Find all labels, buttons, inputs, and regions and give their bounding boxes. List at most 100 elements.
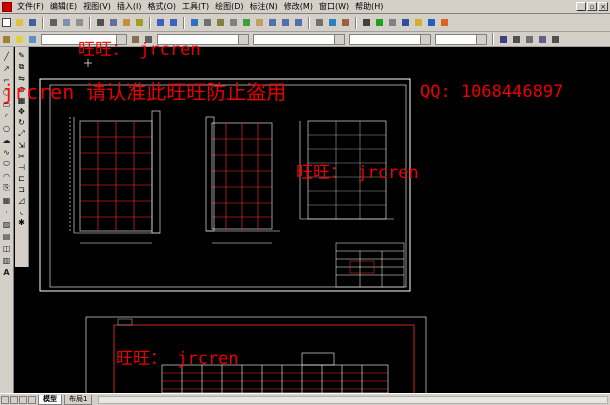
menu-insert[interactable]: 插入(I): [114, 1, 145, 12]
restore-icon[interactable]: ▫: [587, 2, 597, 11]
menu-modify[interactable]: 修改(M): [281, 1, 316, 12]
copy-object-icon[interactable]: ⧉: [19, 62, 25, 72]
erase-icon[interactable]: ✎: [18, 51, 25, 60]
menu-window[interactable]: 窗口(W): [316, 1, 352, 12]
pan-icon[interactable]: [254, 17, 265, 28]
layer-state-icon[interactable]: [374, 17, 385, 28]
table-style-icon[interactable]: [524, 34, 535, 45]
menu-format[interactable]: 格式(O): [144, 1, 179, 12]
dim-style-icon[interactable]: [498, 34, 509, 45]
app-system-icon[interactable]: [2, 1, 12, 12]
redo-icon[interactable]: [168, 17, 179, 28]
3d-orbit-icon[interactable]: [241, 17, 252, 28]
make-block-icon[interactable]: ▦: [2, 195, 12, 205]
ellipse-icon[interactable]: ⬭: [2, 159, 12, 169]
hatch-icon[interactable]: ▨: [2, 219, 12, 229]
open-folder-icon[interactable]: [14, 17, 25, 28]
rotate-icon[interactable]: ↻: [18, 118, 25, 127]
minimize-icon[interactable]: _: [576, 2, 586, 11]
stretch-icon[interactable]: ⇲: [18, 141, 25, 150]
extend-icon[interactable]: ⊣: [18, 163, 25, 172]
layer-manager-icon[interactable]: [1, 34, 12, 45]
horizontal-scrollbar[interactable]: [98, 395, 608, 404]
gradient-icon[interactable]: ▤: [2, 231, 12, 241]
layout-tab-bar: 模型 布局1: [0, 393, 610, 405]
zoom-realtime-icon[interactable]: [267, 17, 278, 28]
last-tab-icon[interactable]: [28, 395, 36, 404]
plotstyle-dropdown[interactable]: [435, 33, 487, 45]
insert-block-icon[interactable]: ⎘: [2, 183, 12, 193]
next-tab-icon[interactable]: [19, 395, 27, 404]
tab-model[interactable]: 模型: [38, 394, 62, 405]
menu-help[interactable]: 帮助(H): [352, 1, 386, 12]
menu-bar: 文件(F) 编辑(E) 视图(V) 插入(I) 格式(O) 工具(T) 绘图(D…: [0, 0, 610, 14]
menu-tools[interactable]: 工具(T): [179, 1, 212, 12]
chamfer-icon[interactable]: ◿: [18, 196, 24, 205]
hyperlink-icon[interactable]: [189, 17, 200, 28]
ellipse-arc-icon[interactable]: ◠: [2, 171, 12, 181]
new-file-icon[interactable]: [1, 17, 12, 28]
named-views-icon[interactable]: [228, 17, 239, 28]
print-preview-icon[interactable]: [61, 17, 72, 28]
menu-dimension[interactable]: 标注(N): [247, 1, 281, 12]
revcloud-icon[interactable]: ☁: [2, 135, 12, 145]
redraw-icon[interactable]: [361, 17, 372, 28]
line-icon[interactable]: ╱: [2, 51, 12, 61]
close-icon[interactable]: ×: [598, 2, 608, 11]
help-icon[interactable]: [426, 17, 437, 28]
tool-palettes-icon[interactable]: [340, 17, 351, 28]
undo-icon[interactable]: [155, 17, 166, 28]
cut-icon[interactable]: [95, 17, 106, 28]
paste-icon[interactable]: [121, 17, 132, 28]
explode-icon[interactable]: ✱: [18, 218, 25, 227]
lineweight-dropdown[interactable]: [349, 33, 431, 45]
publish-icon[interactable]: [74, 17, 85, 28]
menu-edit[interactable]: 编辑(E): [47, 1, 80, 12]
layer-freeze-icon[interactable]: [27, 34, 38, 45]
toolbar-options-icon[interactable]: [550, 34, 561, 45]
cursor-crosshair: [84, 59, 92, 67]
scale-icon[interactable]: ⤢: [18, 129, 24, 139]
save-icon[interactable]: [27, 17, 38, 28]
watermark-wangwang-bottom: 旺旺： jrcren: [116, 349, 239, 369]
osnap-icon[interactable]: [215, 17, 226, 28]
properties-icon[interactable]: [314, 17, 325, 28]
copy-icon[interactable]: [108, 17, 119, 28]
linetype-dropdown[interactable]: [253, 33, 345, 45]
design-center-icon[interactable]: [327, 17, 338, 28]
match-properties-icon[interactable]: [134, 17, 145, 28]
ucs-icon[interactable]: [202, 17, 213, 28]
markup-icon[interactable]: [400, 17, 411, 28]
multileader-icon[interactable]: [537, 34, 548, 45]
point-icon[interactable]: ·: [2, 207, 12, 217]
text-style-icon[interactable]: [511, 34, 522, 45]
spline-icon[interactable]: ∿: [2, 147, 12, 157]
menu-file[interactable]: 文件(F): [14, 1, 47, 12]
prev-tab-icon[interactable]: [10, 395, 18, 404]
break-icon[interactable]: ⊏: [18, 174, 25, 183]
layer-on-icon[interactable]: [14, 34, 25, 45]
tab-layout1[interactable]: 布局1: [64, 394, 93, 405]
fillet-icon[interactable]: ◟: [20, 207, 23, 216]
trim-icon[interactable]: ✂: [18, 152, 25, 161]
menu-view[interactable]: 视图(V): [80, 1, 114, 12]
region-icon[interactable]: ◫: [2, 243, 12, 253]
arc-icon[interactable]: ◜: [2, 111, 12, 121]
table-icon[interactable]: ▥: [2, 255, 12, 265]
ray-icon[interactable]: ↗: [2, 63, 12, 73]
watermark-wangwang-mid: 旺旺： jrcren: [296, 163, 419, 183]
circle-icon[interactable]: ○: [2, 123, 12, 133]
zoom-previous-icon[interactable]: [293, 17, 304, 28]
sun-icon[interactable]: [439, 17, 450, 28]
menu-draw[interactable]: 绘图(D): [212, 1, 246, 12]
first-tab-icon[interactable]: [1, 395, 9, 404]
print-icon[interactable]: [48, 17, 59, 28]
regen-icon[interactable]: [387, 17, 398, 28]
zoom-window-icon[interactable]: [280, 17, 291, 28]
sheetset-icon[interactable]: [413, 17, 424, 28]
title-block: [335, 242, 405, 288]
text-icon[interactable]: A: [2, 267, 12, 277]
join-icon[interactable]: ⊐: [18, 185, 25, 194]
move-icon[interactable]: ✥: [18, 107, 25, 116]
watermark-banner: jrcren 请认准此旺旺防止盗用: [2, 80, 287, 104]
